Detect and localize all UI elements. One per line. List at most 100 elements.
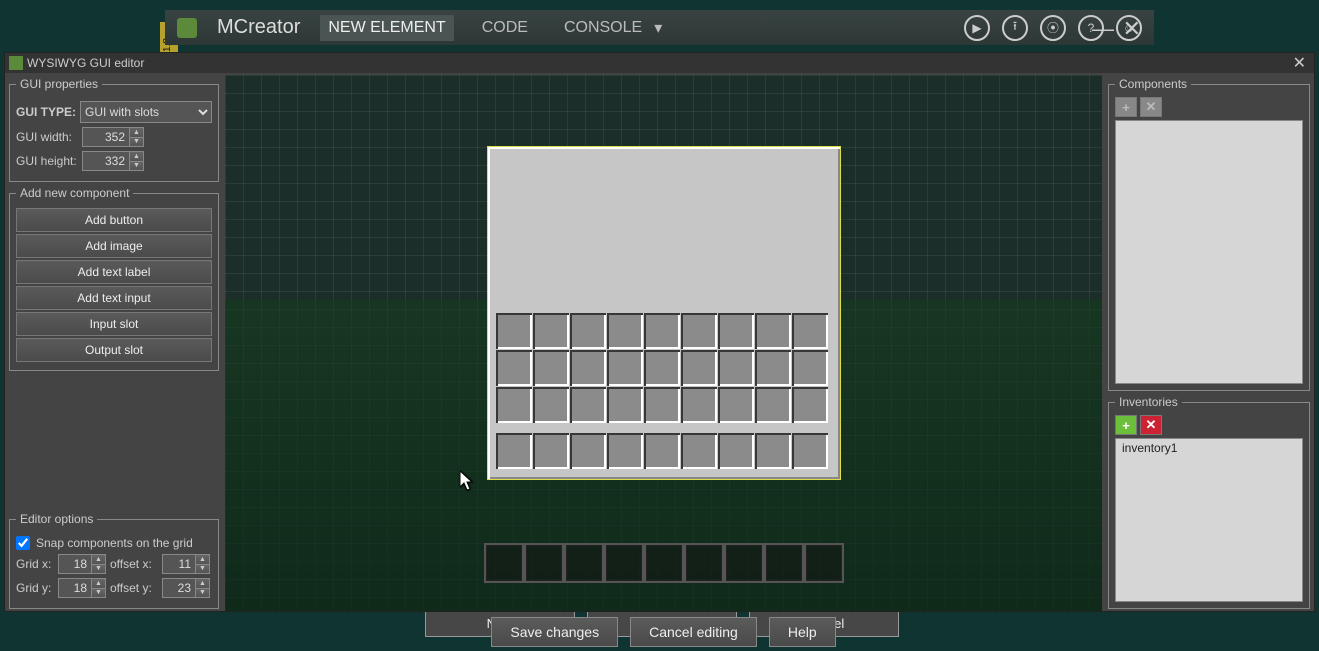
inventory-slot[interactable]	[644, 433, 680, 469]
spinner-down-icon[interactable]: ▼	[92, 565, 105, 574]
inventory-slot[interactable]	[792, 350, 828, 386]
inventory-slot[interactable]	[644, 313, 680, 349]
spinner-up-icon[interactable]: ▲	[92, 579, 105, 589]
output-slot-button[interactable]: Output slot	[16, 338, 212, 362]
inventory-slot[interactable]	[533, 313, 569, 349]
spinner-down-icon[interactable]: ▼	[92, 589, 105, 598]
editor-close-icon[interactable]: ✕	[1289, 53, 1310, 73]
tab-console[interactable]: CONSOLE	[556, 15, 650, 41]
app-close-icon[interactable]: ✕	[1123, 16, 1141, 42]
inventory-slot[interactable]	[496, 350, 532, 386]
gui-type-select[interactable]: GUI with slots	[80, 101, 212, 123]
spinner-down-icon[interactable]: ▼	[196, 589, 209, 598]
design-canvas[interactable]	[225, 75, 1102, 611]
inventory-slot[interactable]	[484, 543, 524, 583]
help-button[interactable]: Help	[769, 617, 836, 647]
component-add-button[interactable]: +	[1115, 97, 1137, 117]
snap-checkbox-row[interactable]: Snap components on the grid	[16, 536, 212, 550]
input-slot-button[interactable]: Input slot	[16, 312, 212, 336]
inventory-add-button[interactable]: +	[1115, 415, 1137, 435]
grid-y-spinner[interactable]: ▲▼	[58, 578, 106, 598]
inventory-slot[interactable]	[718, 433, 754, 469]
inventory-slot[interactable]	[496, 387, 532, 423]
inventory-slot[interactable]	[570, 350, 606, 386]
inventory-slot[interactable]	[764, 543, 804, 583]
offset-y-spinner[interactable]: ▲▼	[162, 578, 210, 598]
add-text-input-button[interactable]: Add text input	[16, 286, 212, 310]
gui-width-input[interactable]	[83, 128, 129, 146]
inventory-slot[interactable]	[496, 313, 532, 349]
offset-y-input[interactable]	[163, 579, 195, 597]
inventory-slot[interactable]	[681, 387, 717, 423]
inventory-slot[interactable]	[724, 543, 764, 583]
inventory-slot[interactable]	[644, 350, 680, 386]
gui-width-spinner[interactable]: ▲▼	[82, 127, 144, 147]
add-text-label-button[interactable]: Add text label	[16, 260, 212, 284]
inventory-slot[interactable]	[755, 387, 791, 423]
inventory-slot[interactable]	[607, 433, 643, 469]
grid-y-input[interactable]	[59, 579, 91, 597]
inventories-list[interactable]: inventory1	[1115, 438, 1303, 602]
save-changes-button[interactable]: Save changes	[491, 617, 618, 647]
spinner-up-icon[interactable]: ▲	[92, 555, 105, 565]
inventory-slot[interactable]	[684, 543, 724, 583]
spinner-up-icon[interactable]: ▲	[130, 128, 143, 138]
inventory-list-item[interactable]: inventory1	[1116, 439, 1302, 457]
offset-x-input[interactable]	[163, 555, 195, 573]
gui-preview-panel[interactable]	[488, 147, 840, 479]
inventory-slot[interactable]	[644, 387, 680, 423]
inventory-slot[interactable]	[804, 543, 844, 583]
inventory-slot[interactable]	[718, 387, 754, 423]
gui-height-spinner[interactable]: ▲▼	[82, 151, 144, 171]
inventory-slot[interactable]	[755, 313, 791, 349]
app-minimize-icon[interactable]: —	[1092, 16, 1114, 42]
inventory-slot[interactable]	[570, 433, 606, 469]
inventory-slot[interactable]	[718, 350, 754, 386]
inventory-slot[interactable]	[496, 433, 532, 469]
inventory-slot[interactable]	[524, 543, 564, 583]
cancel-editing-button[interactable]: Cancel editing	[630, 617, 757, 647]
inventory-slot[interactable]	[604, 543, 644, 583]
inventory-slot[interactable]	[564, 543, 604, 583]
component-delete-button[interactable]: ✕	[1140, 97, 1162, 117]
inventory-slot[interactable]	[570, 313, 606, 349]
inventory-slot[interactable]	[681, 313, 717, 349]
add-button-button[interactable]: Add button	[16, 208, 212, 232]
spinner-down-icon[interactable]: ▼	[130, 162, 143, 171]
tab-code[interactable]: CODE	[474, 15, 536, 41]
offset-x-spinner[interactable]: ▲▼	[162, 554, 210, 574]
inventory-slot[interactable]	[607, 350, 643, 386]
inventory-slot[interactable]	[607, 387, 643, 423]
inventory-delete-button[interactable]: ✕	[1140, 415, 1162, 435]
inventory-slot[interactable]	[570, 387, 606, 423]
inventory-slot[interactable]	[681, 433, 717, 469]
inventory-slot[interactable]	[792, 433, 828, 469]
settings-icon[interactable]: ⦿	[1040, 15, 1066, 41]
inventory-slot[interactable]	[755, 350, 791, 386]
play-icon[interactable]: ▶	[964, 15, 990, 41]
grid-x-input[interactable]	[59, 555, 91, 573]
add-image-button[interactable]: Add image	[16, 234, 212, 258]
inventory-slot[interactable]	[681, 350, 717, 386]
components-list[interactable]	[1115, 120, 1303, 384]
spinner-down-icon[interactable]: ▼	[130, 138, 143, 147]
spinner-up-icon[interactable]: ▲	[196, 579, 209, 589]
gui-height-input[interactable]	[83, 152, 129, 170]
grid-x-spinner[interactable]: ▲▼	[58, 554, 106, 574]
inventory-slot[interactable]	[792, 387, 828, 423]
snap-checkbox[interactable]	[16, 536, 30, 550]
spinner-down-icon[interactable]: ▼	[196, 565, 209, 574]
inventory-slot[interactable]	[644, 543, 684, 583]
inventory-slot[interactable]	[718, 313, 754, 349]
inventory-slot[interactable]	[607, 313, 643, 349]
tab-new-element[interactable]: NEW ELEMENT	[320, 15, 453, 41]
inventory-slot[interactable]	[792, 313, 828, 349]
inventory-slot[interactable]	[533, 350, 569, 386]
export-icon[interactable]: ⭱	[1002, 15, 1028, 41]
inventory-slot[interactable]	[533, 433, 569, 469]
inventory-slot[interactable]	[533, 387, 569, 423]
inventory-slot[interactable]	[755, 433, 791, 469]
spinner-up-icon[interactable]: ▲	[196, 555, 209, 565]
spinner-up-icon[interactable]: ▲	[130, 152, 143, 162]
tab-dropdown-icon[interactable]: ▾	[654, 18, 662, 38]
